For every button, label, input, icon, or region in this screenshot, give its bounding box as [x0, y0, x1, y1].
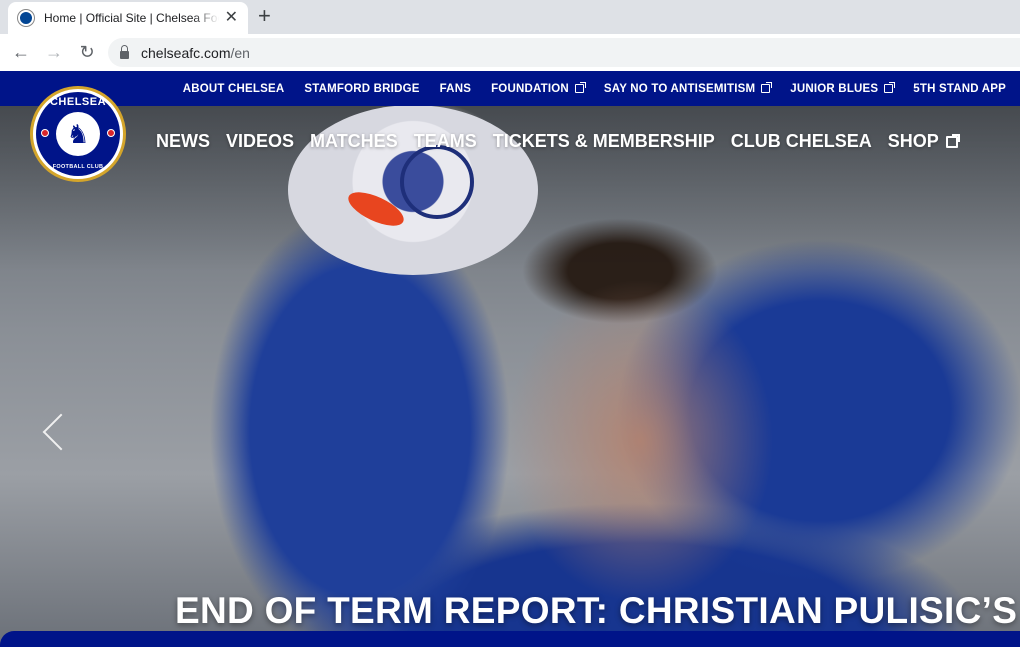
main-nav-label: MATCHES	[310, 131, 398, 151]
top-nav-label: STAMFORD BRIDGE	[304, 82, 420, 95]
rose-icon	[41, 129, 49, 137]
address-bar[interactable]: chelseafc.com/en	[108, 38, 1020, 67]
tab-close-icon[interactable]: ✕	[225, 10, 238, 26]
browser-toolbar: ← → ↻ chelseafc.com/en	[0, 34, 1020, 71]
url-path: /en	[230, 44, 250, 61]
top-nav-junior-blues[interactable]: JUNIOR BLUES	[790, 82, 896, 95]
main-nav-label: NEWS	[156, 131, 210, 151]
top-utility-nav: ABOUT CHELSEA STAMFORD BRIDGE FANS FOUND…	[0, 71, 1020, 106]
crest-top-text: CHELSEA	[49, 96, 107, 108]
main-nav-news[interactable]: NEWS	[156, 131, 210, 152]
top-nav-fans[interactable]: FANS	[440, 83, 471, 95]
browser-tab[interactable]: Home | Official Site | Chelsea Football …	[8, 2, 248, 34]
lock-icon[interactable]	[120, 44, 129, 59]
top-nav-say-no-to-antisemitism[interactable]: SAY NO TO ANTISEMITISM	[603, 82, 773, 95]
main-nav-matches[interactable]: MATCHES	[310, 131, 398, 152]
crest-bottom-text: FOOTBALL CLUB	[52, 164, 104, 170]
top-nav-label: ABOUT CHELSEA	[182, 82, 285, 95]
url-text[interactable]: chelseafc.com/en	[141, 45, 250, 61]
top-nav-label: SAY NO TO ANTISEMITISM	[603, 82, 756, 95]
top-nav-label: JUNIOR BLUES	[790, 82, 879, 95]
top-nav-label: FOUNDATION	[491, 82, 569, 95]
external-link-icon	[574, 82, 586, 93]
ball-ring	[400, 145, 474, 219]
top-nav-about-chelsea[interactable]: ABOUT CHELSEA	[183, 83, 285, 95]
url-domain: chelseafc.com	[141, 44, 231, 61]
top-nav-label: FANS	[439, 82, 472, 95]
external-link-icon	[761, 82, 773, 93]
top-nav-5th-stand-app[interactable]: 5TH STAND APP	[913, 83, 1006, 95]
chelsea-crest-logo[interactable]: CHELSEA ♞ FOOTBALL CLUB	[30, 86, 126, 182]
main-nav-label: SHOP	[887, 131, 939, 151]
main-nav-tickets-membership[interactable]: TICKETS & MEMBERSHIP	[493, 131, 715, 152]
rose-icon	[107, 129, 115, 137]
website-viewport: ABOUT CHELSEA STAMFORD BRIDGE FANS FOUND…	[0, 71, 1020, 647]
main-nav-club-chelsea[interactable]: CLUB CHELSEA	[731, 131, 872, 152]
main-nav-label: TICKETS & MEMBERSHIP	[492, 131, 715, 151]
content-panel-edge	[0, 631, 1020, 647]
main-nav-label: CLUB CHELSEA	[730, 131, 872, 151]
main-nav-label: TEAMS	[413, 131, 477, 151]
crest-core: ♞	[56, 112, 100, 156]
main-nav: NEWS VIDEOS MATCHES TEAMS TICKETS & MEMB…	[156, 131, 960, 152]
new-tab-button[interactable]: +	[258, 4, 271, 28]
lion-icon: ♞	[66, 119, 90, 149]
hero-headline[interactable]: END OF TERM REPORT: CHRISTIAN PULISIC’S	[175, 590, 1017, 632]
main-nav-shop[interactable]: SHOP	[887, 131, 960, 152]
chelsea-favicon-icon	[18, 10, 34, 26]
back-button[interactable]: ←	[9, 42, 33, 63]
top-nav-foundation[interactable]: FOUNDATION	[491, 82, 586, 95]
browser-tabstrip: Home | Official Site | Chelsea Football …	[0, 0, 1020, 34]
main-nav-teams[interactable]: TEAMS	[414, 131, 477, 152]
external-link-icon	[884, 82, 896, 93]
main-nav-label: VIDEOS	[226, 131, 295, 151]
tab-title: Home | Official Site | Chelsea Football …	[44, 11, 219, 25]
reload-button[interactable]: ↻	[75, 42, 99, 63]
main-nav-videos[interactable]: VIDEOS	[226, 131, 294, 152]
top-nav-label: 5TH STAND APP	[913, 82, 1006, 95]
forward-button[interactable]: →	[42, 42, 66, 63]
crest-inner: CHELSEA ♞ FOOTBALL CLUB	[36, 92, 120, 176]
chevron-left-icon[interactable]	[40, 411, 70, 451]
top-nav-stamford-bridge[interactable]: STAMFORD BRIDGE	[304, 83, 419, 95]
external-link-icon	[945, 133, 960, 148]
ball-swoosh	[343, 185, 409, 233]
